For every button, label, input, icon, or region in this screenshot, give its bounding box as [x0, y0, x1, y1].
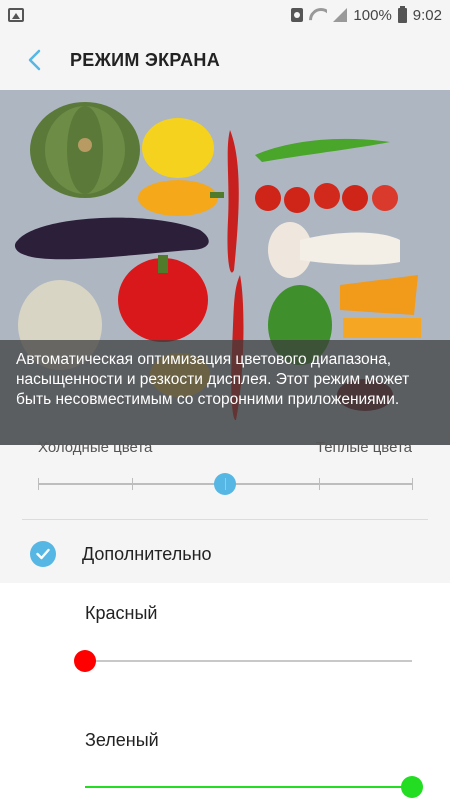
temperature-slider[interactable]: [38, 473, 413, 495]
app-bar: РЕЖИМ ЭКРАНА: [0, 30, 450, 90]
advanced-row[interactable]: Дополнительно: [0, 529, 450, 579]
image-icon: [8, 8, 24, 22]
red-slider[interactable]: [74, 650, 412, 672]
temperature-tick: [225, 478, 226, 490]
rgb-section: Красный Зеленый: [0, 583, 450, 800]
green-slider[interactable]: [85, 776, 423, 798]
temperature-tick: [132, 478, 133, 490]
cold-colors-label: Холодные цвета: [38, 439, 153, 456]
red-label: Красный: [85, 603, 158, 623]
checkmark-icon[interactable]: [30, 541, 56, 567]
signal-icon: [333, 8, 348, 22]
green-label: Зеленый: [85, 730, 159, 750]
battery-percent: 100%: [353, 6, 392, 24]
advanced-label: Дополнительно: [82, 543, 212, 564]
mode-description: Автоматическая оптимизация цветового диа…: [0, 340, 450, 445]
check-glyph: [36, 548, 50, 560]
preview-image: Автоматическая оптимизация цветового диа…: [0, 90, 450, 445]
page-title: РЕЖИМ ЭКРАНА: [70, 49, 221, 70]
battery-icon: [397, 5, 407, 23]
green-slider-fill: [85, 786, 412, 788]
red-slider-thumb[interactable]: [74, 650, 96, 672]
clock: 9:02: [412, 6, 442, 24]
green-slider-thumb[interactable]: [401, 776, 423, 798]
temperature-tick: [38, 478, 39, 490]
status-bar: 100% 9:02: [0, 0, 450, 30]
back-button[interactable]: [20, 45, 50, 75]
status-icons: 100% 9:02: [291, 5, 442, 24]
temperature-labels: Холодные цвета Теплые цвета: [38, 439, 412, 456]
temperature-tick: [412, 478, 413, 490]
nfc-icon: [291, 8, 304, 22]
color-temperature-section: Холодные цвета Теплые цвета Дополнительн…: [0, 439, 450, 583]
temperature-tick: [319, 478, 320, 490]
chevron-left-icon: [28, 49, 41, 71]
divider: [22, 519, 428, 520]
warm-colors-label: Теплые цвета: [315, 439, 412, 456]
wifi-icon: [309, 8, 327, 22]
